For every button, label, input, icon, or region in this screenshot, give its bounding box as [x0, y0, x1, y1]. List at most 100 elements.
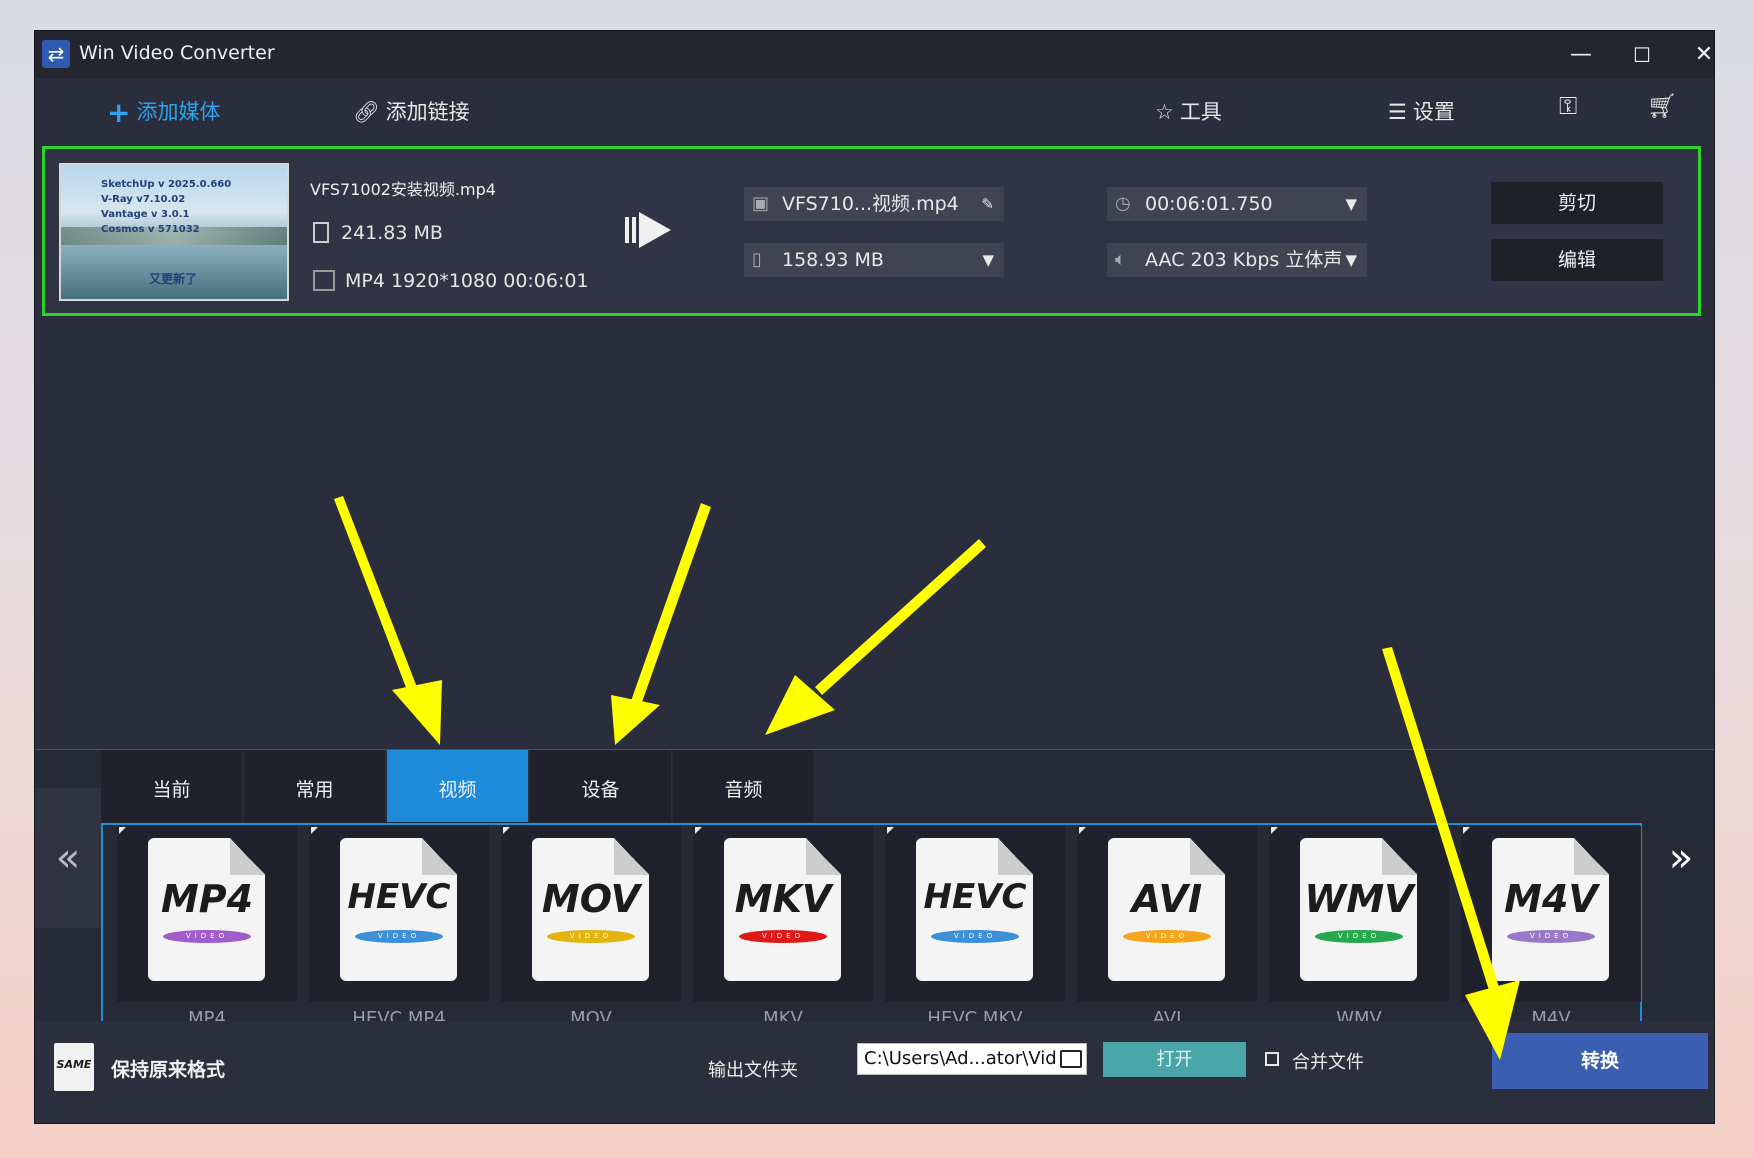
convert-arrow-icon: [625, 212, 671, 248]
add-media-button[interactable]: + 添加媒体: [107, 96, 220, 129]
format-list: MP4 VIDEO MP4 HEVC VIDEO HEVC MP4 MOV VIDEO MOV M…: [101, 823, 1642, 1033]
format-item[interactable]: MKV VIDEO MKV: [693, 826, 873, 1031]
settings-button[interactable]: ☰ 设置: [1388, 96, 1455, 126]
chevron-down-icon: ▼: [1345, 195, 1357, 213]
tab-audio[interactable]: 音频: [673, 750, 815, 822]
format-icon-label: HEVC: [923, 877, 1027, 917]
format-icon-label: AVI: [1131, 877, 1203, 921]
scroll-right-button[interactable]: »: [1648, 788, 1714, 928]
format-icon-label: WMV: [1304, 877, 1414, 921]
scroll-left-button[interactable]: «: [35, 788, 101, 928]
footer-bar: SAME 保持原来格式 输出文件夹 C:\Users\Ad...ator\Vid…: [35, 1021, 1714, 1123]
output-filename-field[interactable]: ▣ VFS710...视频.mp4 ✎: [744, 187, 1004, 221]
format-card: HEVC VIDEO: [309, 826, 489, 1002]
toolbar: + 添加媒体 🔗︎ 添加链接 ☆ 工具 ☰ 设置 ⚿ 🛒︎: [35, 78, 1714, 142]
link-icon: 🔗︎: [353, 100, 380, 124]
plus-icon: +: [107, 96, 131, 129]
convert-button[interactable]: 转换: [1492, 1033, 1708, 1089]
page-fold: [422, 838, 457, 875]
video-file-icon: [313, 270, 335, 291]
corner-mark: [503, 827, 510, 834]
page-fold: [806, 838, 841, 875]
format-card: AVI VIDEO: [1077, 826, 1257, 1002]
cart-icon[interactable]: 🛒︎: [1647, 92, 1677, 120]
chevron-down-icon: ▼: [982, 251, 994, 269]
format-card: WMV VIDEO: [1269, 826, 1449, 1002]
merge-files-label: 合并文件: [1292, 1052, 1364, 1073]
folder-icon[interactable]: [1060, 1050, 1082, 1068]
page-fold: [614, 838, 649, 875]
corner-mark: [1079, 827, 1086, 834]
speaker-icon: 🔈︎: [1115, 249, 1126, 270]
output-folder-input[interactable]: C:\Users\Ad...ator\Vid: [857, 1043, 1087, 1075]
corner-mark: [119, 827, 126, 834]
app-logo-icon: ⇄: [42, 40, 70, 68]
format-item[interactable]: HEVC VIDEO HEVC MP4: [309, 826, 489, 1031]
settings-label: 设置: [1412, 100, 1455, 124]
add-link-label: 添加链接: [385, 100, 470, 124]
format-card: HEVC VIDEO: [885, 826, 1065, 1002]
video-thumbnail: SketchUp v 2025.0.660 V-Ray v7.10.02 Van…: [59, 163, 289, 301]
media-item-row[interactable]: SketchUp v 2025.0.660 V-Ray v7.10.02 Van…: [42, 146, 1701, 316]
file-icon: [313, 222, 329, 243]
tab-device[interactable]: 设备: [530, 750, 672, 822]
page-fold: [1574, 838, 1609, 875]
cut-button[interactable]: 剪切: [1491, 182, 1663, 224]
format-item[interactable]: HEVC VIDEO HEVC MKV: [885, 826, 1065, 1031]
corner-mark: [887, 827, 894, 834]
format-icon-label: MKV: [734, 877, 832, 921]
duration-dropdown[interactable]: ◷ 00:06:01.750 ▼: [1107, 187, 1367, 221]
add-link-button[interactable]: 🔗︎ 添加链接: [353, 96, 470, 126]
output-folder-label: 输出文件夹: [708, 1060, 798, 1081]
format-card: M4V VIDEO: [1461, 826, 1641, 1002]
format-card: MKV VIDEO: [693, 826, 873, 1002]
tab-current[interactable]: 当前: [101, 750, 243, 822]
tab-video[interactable]: 视频: [387, 750, 529, 822]
add-media-label: 添加媒体: [136, 100, 221, 124]
format-item[interactable]: AVI VIDEO AVI: [1077, 826, 1257, 1031]
edit-button[interactable]: 编辑: [1491, 239, 1663, 281]
video-badge: VIDEO: [1315, 930, 1403, 943]
tools-button[interactable]: ☆ 工具: [1155, 96, 1222, 126]
corner-mark: [695, 827, 702, 834]
thumbnail-text: SketchUp v 2025.0.660 V-Ray v7.10.02 Van…: [101, 179, 232, 235]
edit-pencil-icon[interactable]: ✎: [981, 187, 994, 221]
key-icon[interactable]: ⚿: [1559, 92, 1577, 120]
format-item[interactable]: WMV VIDEO WMV: [1269, 826, 1449, 1031]
video-badge: VIDEO: [1123, 930, 1211, 943]
close-button[interactable]: ✕: [1680, 37, 1714, 73]
source-meta: MP4 1920*1080 00:06:01: [313, 270, 589, 292]
format-panel: 当前 常用 视频 设备 音频 MP4 VIDEO MP4 HEVC VIDEO HEVC …: [35, 750, 1714, 1033]
minimize-button[interactable]: —: [1557, 37, 1605, 73]
keep-format-label[interactable]: 保持原来格式: [111, 1055, 225, 1082]
corner-mark: [1271, 827, 1278, 834]
tools-label: 工具: [1179, 100, 1222, 124]
open-folder-button[interactable]: 打开: [1103, 1042, 1246, 1077]
tab-common[interactable]: 常用: [244, 750, 386, 822]
format-item[interactable]: MP4 VIDEO MP4: [117, 826, 297, 1031]
audio-track-dropdown[interactable]: 🔈︎ AAC 203 Kbps 立体声 ▼: [1107, 243, 1367, 277]
output-size-dropdown[interactable]: ▯ 158.93 MB ▼: [744, 243, 1004, 277]
format-card: MOV VIDEO: [501, 826, 681, 1002]
format-item[interactable]: M4V VIDEO M4V: [1461, 826, 1641, 1031]
format-card: MP4 VIDEO: [117, 826, 297, 1002]
video-file-icon: ▣: [752, 193, 770, 214]
format-icon-label: M4V: [1504, 877, 1598, 921]
video-badge: VIDEO: [163, 930, 251, 943]
merge-files-checkbox[interactable]: [1265, 1052, 1279, 1066]
page-fold: [1382, 838, 1417, 875]
corner-mark: [311, 827, 318, 834]
page-fold: [998, 838, 1033, 875]
format-icon-label: MP4: [160, 877, 254, 921]
page-fold: [1190, 838, 1225, 875]
source-filename: VFS71002安装视频.mp4: [310, 180, 496, 199]
app-window: ⇄ Win Video Converter — ☐ ✕ + 添加媒体 🔗︎ 添加链接…: [35, 31, 1714, 1123]
video-badge: VIDEO: [931, 930, 1019, 943]
maximize-button[interactable]: ☐: [1618, 37, 1666, 73]
same-format-icon[interactable]: SAME: [54, 1043, 94, 1091]
thumbnail-caption: 又更新了: [149, 272, 198, 286]
video-badge: VIDEO: [547, 930, 635, 943]
video-badge: VIDEO: [355, 930, 443, 943]
format-item[interactable]: MOV VIDEO MOV: [501, 826, 681, 1031]
source-size: 241.83 MB: [313, 222, 443, 244]
